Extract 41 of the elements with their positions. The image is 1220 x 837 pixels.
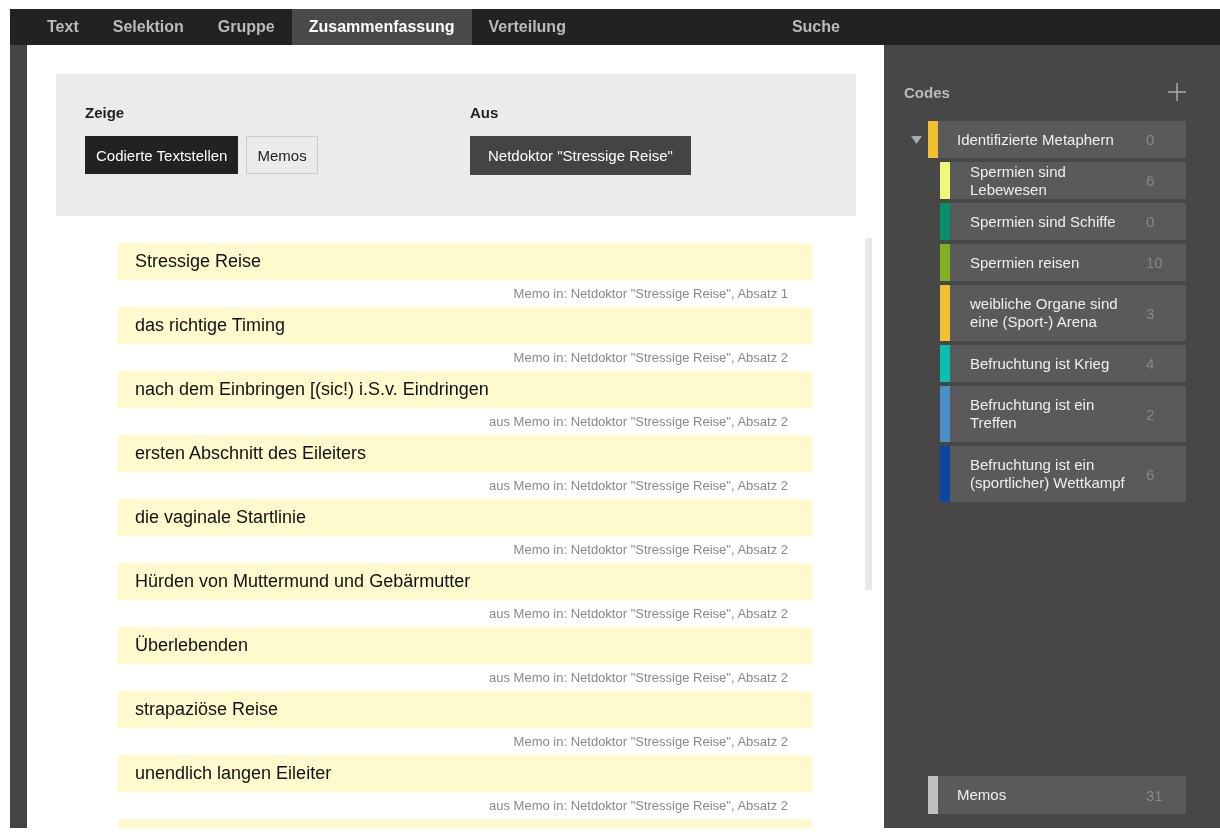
code-label: Identifizierte Metaphern xyxy=(957,130,1114,149)
tab[interactable]: Selektion xyxy=(95,9,201,45)
coded-segment: strapaziöse Reise xyxy=(118,691,812,728)
coded-segment: unendlich langen Eileiter xyxy=(118,755,812,792)
coded-segment: Stressige Reise xyxy=(118,243,812,280)
memos-label: Memos xyxy=(957,786,1007,804)
toggle-button[interactable]: Memos xyxy=(246,136,318,174)
tab[interactable]: Gruppe xyxy=(200,9,292,45)
segment-source: aus Memo in: Netdoktor "Stressige Reise", Absatz 2 xyxy=(489,478,788,493)
codes-title: Codes xyxy=(904,83,950,101)
segment-source: Memo in: Netdoktor "Stressige Reise", Absatz 1 xyxy=(513,286,788,301)
code-label: Spermien sind Lebewesen xyxy=(970,162,1067,199)
coded-segment: nach dem Einbringen [(sic!) i.S.v. Eindringen xyxy=(118,371,812,408)
expanded-icon[interactable] xyxy=(910,135,922,144)
code-label: Befruchtung ist ein (sportlicher) Wettkampf xyxy=(970,456,1126,492)
toggle-button[interactable]: Codierte Textstellen xyxy=(85,136,239,174)
add-icon[interactable] xyxy=(1168,83,1186,101)
code-label: Befruchtung ist Krieg xyxy=(970,354,1110,373)
segment-source: Memo in: Netdoktor "Stressige Reise", Absatz 2 xyxy=(513,350,788,365)
code-label: Spermien sind Schiffe xyxy=(970,212,1116,231)
tab[interactable]: Verteilung xyxy=(471,9,583,45)
segment-source: aus Memo in: Netdoktor "Stressige Reise", Absatz 2 xyxy=(489,606,788,621)
segment-source: Memo in: Netdoktor "Stressige Reise", Absatz 2 xyxy=(513,542,788,557)
document-button[interactable]: Netdoktor "Stressige Reise" xyxy=(470,136,691,175)
code-label: Spermien reisen xyxy=(970,253,1080,272)
segment-source: aus Memo in: Netdoktor "Stressige Reise", Absatz 2 xyxy=(489,670,788,685)
coded-segment: Überlebenden xyxy=(118,627,812,664)
segment-source: aus Memo in: Netdoktor "Stressige Reise", Absatz 2 xyxy=(489,414,788,429)
search-tab[interactable]: Suche xyxy=(774,9,857,45)
code-label: Befruchtung ist ein Treffen xyxy=(970,396,1096,432)
segment-source: Memo in: Netdoktor "Stressige Reise", Absatz 2 xyxy=(513,734,788,749)
tab[interactable]: Text xyxy=(30,9,96,45)
coded-segment: ersten Abschnitt des Eileiters xyxy=(118,435,812,472)
coded-segment: das richtige Timing xyxy=(118,307,812,344)
show-label: Zeige xyxy=(85,104,126,122)
coded-segment: die vaginale Startlinie xyxy=(118,499,812,536)
coded-segment: Hürden von Muttermund und Gebärmutter xyxy=(118,563,812,600)
from-label: Aus xyxy=(470,104,500,122)
segment-source: aus Memo in: Netdoktor "Stressige Reise", Absatz 2 xyxy=(489,798,788,813)
tab[interactable]: Zusammenfassung xyxy=(291,9,472,45)
code-label: weibliche Organe sind eine (Sport-) Arena xyxy=(970,295,1119,331)
